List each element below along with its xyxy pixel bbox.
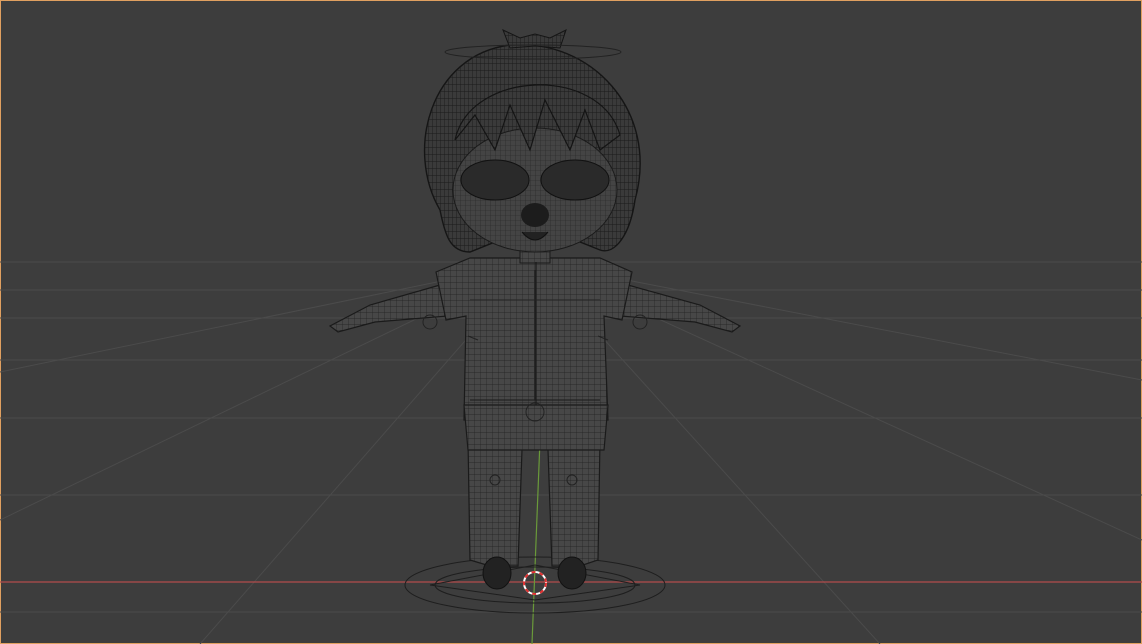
root-control[interactable] bbox=[404, 556, 666, 614]
3d-viewport[interactable] bbox=[0, 0, 1142, 644]
viewport-canvas[interactable] bbox=[0, 0, 1142, 644]
